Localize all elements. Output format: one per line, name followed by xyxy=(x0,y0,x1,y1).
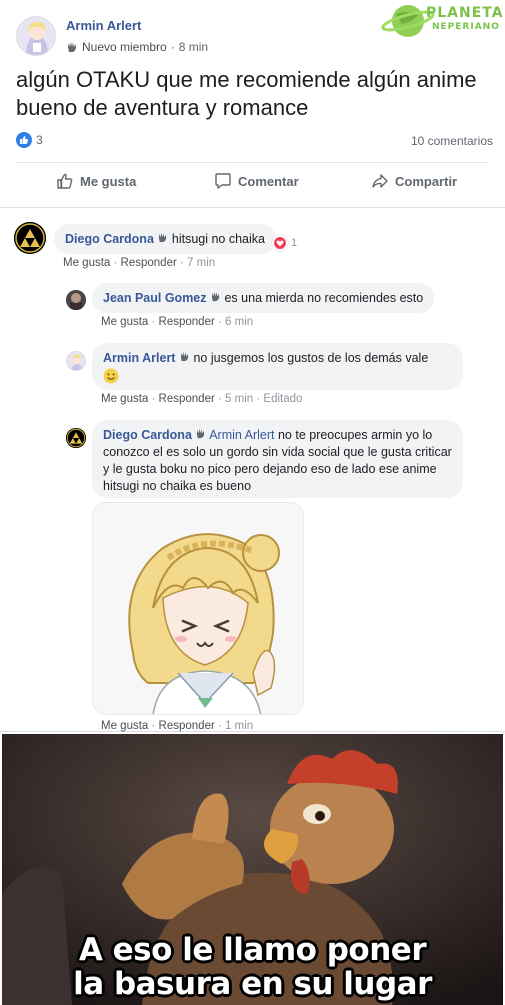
like-reaction-icon xyxy=(16,132,32,148)
commenter-avatar[interactable] xyxy=(14,222,46,254)
edited-label[interactable]: Editado xyxy=(263,393,302,405)
comment-meta: Me gusta · Responder · 5 min · Editado xyxy=(101,393,303,405)
divider xyxy=(0,207,505,208)
comment-like-link[interactable]: Me gusta xyxy=(101,393,148,405)
comment-bubble: Armin Arlert no jusgemos los gustos de l… xyxy=(92,343,463,390)
post-author[interactable]: Armin Arlert xyxy=(66,18,141,33)
comment-time[interactable]: 6 min xyxy=(225,316,253,328)
comment-reply-link[interactable]: Responder xyxy=(159,720,215,732)
commenter-avatar[interactable] xyxy=(66,351,86,371)
comment-reply-link[interactable]: Responder xyxy=(159,393,215,405)
wave-icon xyxy=(180,351,189,362)
comment-time[interactable]: 5 min xyxy=(225,393,253,405)
like-button[interactable]: Me gusta xyxy=(56,172,136,190)
comment-author[interactable]: Diego Cardona xyxy=(65,232,154,246)
comment-text: es una mierda no recomiendes esto xyxy=(224,291,424,305)
wave-icon xyxy=(159,232,167,243)
comment-bubble: Diego Cardona hitsugi no chaika xyxy=(54,224,276,254)
commenter-avatar[interactable] xyxy=(66,290,86,310)
comment-time[interactable]: 1 min xyxy=(225,720,253,732)
meme-caption-line-2: la basura en su lugar xyxy=(73,966,432,1002)
comment-like-link[interactable]: Me gusta xyxy=(101,316,148,328)
heart-icon xyxy=(272,235,288,251)
author-avatar[interactable] xyxy=(16,16,56,56)
wave-icon xyxy=(211,291,220,302)
meme-caption-line-1: A eso le llamo poner xyxy=(78,932,427,968)
watermark-subtitle: NEPERIANO xyxy=(432,22,500,32)
comment-reply-link[interactable]: Responder xyxy=(159,316,215,328)
divider xyxy=(16,162,489,163)
comment-author[interactable]: Jean Paul Gomez xyxy=(103,291,207,305)
comment-button[interactable]: Comentar xyxy=(214,172,299,190)
comment-text: no jusgemos los gustos de los demás vale xyxy=(193,351,429,365)
comment-like-link[interactable]: Me gusta xyxy=(101,720,148,732)
watermark-title: PLANETA xyxy=(426,5,504,21)
comment-bubble: Diego Cardona Armin Arlert no te preocup… xyxy=(92,420,463,498)
thumbs-up-icon xyxy=(57,173,73,189)
comment-meta: Me gusta · Responder · 6 min xyxy=(101,316,254,328)
facebook-post: Armin Arlert Nuevo miembro · 8 min PLANE… xyxy=(0,0,505,732)
mention-link[interactable]: Armin Arlert xyxy=(209,428,274,442)
meme-image: A eso le llamo poner la basura en su lug… xyxy=(2,734,503,1005)
comment-icon xyxy=(215,173,231,189)
wave-icon xyxy=(197,428,205,439)
post-text: algún OTAKU que me recomiende algún anim… xyxy=(16,67,477,120)
post-time[interactable]: 8 min xyxy=(179,40,208,54)
comment-like-link[interactable]: Me gusta xyxy=(63,257,110,269)
comment-author[interactable]: Diego Cardona xyxy=(103,428,192,442)
comment-reactions[interactable]: 1 xyxy=(272,235,297,251)
wave-icon xyxy=(68,42,76,52)
post-meta: Nuevo miembro · 8 min xyxy=(66,40,208,54)
comment-reply-link[interactable]: Responder xyxy=(121,257,177,269)
smiley-emoji-icon xyxy=(103,368,119,384)
comment-meta: Me gusta · Responder · 1 min xyxy=(101,720,254,732)
comment-meta: Me gusta · Responder · 7 min xyxy=(63,257,216,269)
reaction-summary[interactable]: 3 xyxy=(16,132,43,148)
commenter-avatar[interactable] xyxy=(66,428,86,448)
comment-bubble: Jean Paul Gomez es una mierda no recomie… xyxy=(92,283,435,313)
share-icon xyxy=(372,174,388,188)
comment-count[interactable]: 10 comentarios xyxy=(411,134,493,148)
member-badge[interactable]: Nuevo miembro xyxy=(82,40,167,54)
sticker-image[interactable] xyxy=(92,502,304,715)
share-button[interactable]: Compartir xyxy=(371,172,457,190)
comment-author[interactable]: Armin Arlert xyxy=(103,351,175,365)
comment-time[interactable]: 7 min xyxy=(187,257,215,269)
comment-text: hitsugi no chaika xyxy=(171,232,265,246)
reaction-count: 3 xyxy=(36,133,43,147)
